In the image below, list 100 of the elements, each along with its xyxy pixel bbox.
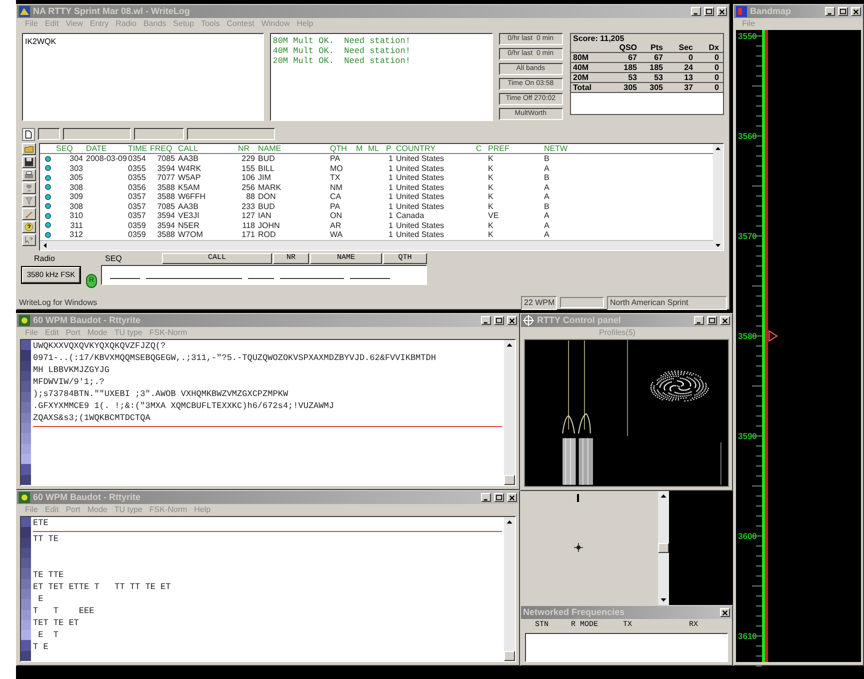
- menu-item[interactable]: Setup: [173, 18, 194, 30]
- trophy-icon[interactable]: [22, 182, 36, 194]
- column-header[interactable]: NAME: [258, 144, 330, 153]
- column-header[interactable]: TIME: [128, 144, 150, 153]
- minimize-button[interactable]: [694, 316, 704, 325]
- column-header[interactable]: M: [356, 144, 368, 153]
- vertical-scrollbar[interactable]: [504, 340, 515, 485]
- menu-item[interactable]: Help: [194, 504, 211, 516]
- table-cell-text: 127: [240, 211, 256, 220]
- maximize-button[interactable]: [704, 7, 714, 16]
- menu-item[interactable]: Mode: [87, 504, 108, 516]
- seq-label: SEQ: [104, 252, 123, 264]
- table-cell-text: A: [544, 182, 550, 192]
- column-header[interactable]: PREF: [488, 144, 544, 153]
- table-cell-text: DON: [258, 192, 277, 202]
- terminal-line: TET TE ET: [33, 617, 80, 629]
- table-cell-text: 311: [69, 220, 84, 230]
- menu-item[interactable]: Window: [261, 18, 290, 30]
- table-cell-text: 229: [240, 154, 256, 164]
- menu-item[interactable]: File: [25, 504, 38, 516]
- close-button[interactable]: [507, 316, 517, 325]
- funnel-icon[interactable]: [22, 195, 36, 207]
- table-cell-text: 13: [683, 73, 694, 82]
- printer-icon[interactable]: [22, 169, 36, 181]
- scroll-thumb[interactable]: [504, 651, 515, 661]
- marker-triangle-icon[interactable]: [768, 330, 778, 342]
- column-header[interactable]: C: [476, 144, 488, 153]
- menu-item[interactable]: Radio: [116, 18, 136, 30]
- tuning-marker: [577, 494, 579, 502]
- menu-item[interactable]: Port: [66, 504, 80, 516]
- column-header[interactable]: P: [386, 144, 396, 153]
- maximize-button[interactable]: [838, 7, 848, 16]
- question-icon[interactable]: [22, 221, 36, 233]
- menu-item[interactable]: Bands: [143, 18, 166, 30]
- menu-item[interactable]: File: [25, 18, 38, 30]
- pencil-icon[interactable]: [22, 208, 36, 220]
- scroll-thumb[interactable]: [658, 543, 669, 553]
- close-button[interactable]: [720, 316, 730, 325]
- maximize-button[interactable]: [707, 316, 717, 325]
- menu-item[interactable]: TU type: [114, 327, 142, 339]
- close-button[interactable]: [507, 493, 517, 502]
- menu-item[interactable]: FSK-Norm: [149, 504, 188, 516]
- column-header[interactable]: FREQ: [150, 144, 178, 153]
- menu-item[interactable]: Edit: [44, 504, 59, 516]
- close-button[interactable]: [717, 7, 727, 16]
- minimize-button[interactable]: [481, 493, 491, 502]
- column-header[interactable]: DATE: [86, 144, 128, 153]
- close-button[interactable]: [851, 7, 861, 16]
- maximize-button[interactable]: [494, 316, 504, 325]
- vertical-scrollbar[interactable]: [713, 144, 723, 250]
- column-header[interactable]: NETW: [544, 144, 604, 153]
- menu-item[interactable]: Help: [296, 18, 314, 30]
- column-header[interactable]: COUNTRY: [396, 144, 476, 153]
- menu-item[interactable]: View: [66, 18, 83, 30]
- entry-field[interactable]: [101, 265, 427, 285]
- menu-item[interactable]: Profiles(5): [599, 327, 636, 339]
- table-cell-text: JOHN: [258, 220, 281, 230]
- vertical-scrollbar[interactable]: [504, 517, 515, 661]
- menu-item[interactable]: Port: [66, 327, 80, 339]
- frequency-label: 3560: [738, 131, 757, 141]
- table-cell-text: K: [488, 182, 494, 192]
- terminal-line: T T EEE: [33, 605, 96, 617]
- menu-item[interactable]: Edit: [44, 18, 59, 30]
- vertical-scrollbar[interactable]: [658, 491, 669, 605]
- table-cell-text: 106: [240, 173, 256, 182]
- table-cell-text: K: [488, 164, 494, 173]
- column-header[interactable]: QTH: [330, 144, 356, 153]
- menu-item[interactable]: File: [742, 18, 755, 30]
- column-header[interactable]: SEQ: [56, 144, 86, 153]
- close-button[interactable]: [720, 608, 730, 617]
- table-cell-text: W7OM: [178, 230, 204, 240]
- maximize-button[interactable]: [494, 493, 504, 502]
- table-cell-text: United States: [396, 230, 446, 240]
- column-header[interactable]: NR: [238, 144, 258, 153]
- menu-item[interactable]: Edit: [44, 327, 59, 339]
- folder-icon[interactable]: [22, 143, 36, 155]
- horizontal-scrollbar[interactable]: [40, 240, 713, 250]
- menu-item[interactable]: File: [25, 327, 38, 339]
- minimize-button[interactable]: [691, 7, 701, 16]
- callsign-field[interactable]: IK2WQK: [22, 33, 264, 121]
- new-file-icon[interactable]: [22, 128, 35, 140]
- menu-item[interactable]: Entry: [90, 18, 109, 30]
- minimize-button[interactable]: [481, 316, 491, 325]
- save-icon[interactable]: [22, 156, 36, 168]
- menu-item[interactable]: Contest: [226, 18, 254, 30]
- table-cell-text: VE: [488, 211, 500, 220]
- help-cursor-icon[interactable]: [22, 234, 36, 246]
- menu-item[interactable]: FSK-Norm: [149, 327, 188, 339]
- column-header[interactable]: ML: [368, 144, 386, 153]
- minimize-button[interactable]: [825, 7, 835, 16]
- menu-item[interactable]: Mode: [87, 327, 108, 339]
- scroll-thumb[interactable]: [504, 475, 515, 485]
- column-header[interactable]: CALL: [178, 144, 238, 153]
- menu-item[interactable]: Tools: [201, 18, 220, 30]
- table-cell-text: 3594: [156, 211, 176, 220]
- window-title: Bandmap: [750, 4, 792, 18]
- table-cell-text: 1: [388, 230, 394, 240]
- mult-message: 80M Mult OK. Need station!: [272, 36, 412, 46]
- status-text: 22 WPM: [521, 296, 557, 310]
- menu-item[interactable]: TU type: [114, 504, 142, 516]
